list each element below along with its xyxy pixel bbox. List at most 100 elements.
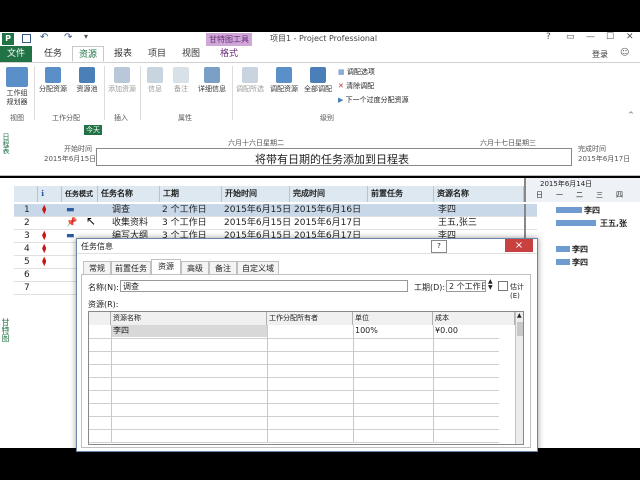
info-button[interactable]: 信息 (144, 67, 166, 94)
level-selection-button[interactable]: 调配所选 (234, 67, 266, 94)
resource-grid[interactable]: 资源名称 工作分配所有者 单位 成本 李四 100% ¥0.00 ▲ (88, 311, 524, 445)
resource-pool-button[interactable]: 资源池 (72, 67, 102, 94)
dialog-titlebar[interactable]: 任务信息 ? × (77, 239, 537, 254)
gantt-bar[interactable] (556, 246, 570, 252)
gantt-bar[interactable] (556, 220, 596, 226)
notes-button[interactable]: 备注 (170, 67, 192, 94)
resource-grid-scrollbar[interactable]: ▲ (515, 312, 523, 444)
tab-view[interactable]: 视图 (176, 46, 206, 62)
tab-format[interactable]: 格式 (212, 46, 246, 62)
dialog-tab-notes[interactable]: 备注 (209, 261, 237, 275)
timeline[interactable]: 日程表 今天 开始时间 2015年6月15日 六月十六日星期二 六月十七日星期三… (0, 123, 640, 176)
col-header-predecessors[interactable]: 前置任务 (368, 186, 434, 202)
redo-icon[interactable]: ↷ (64, 32, 72, 43)
scroll-up-icon[interactable]: ▲ (517, 312, 522, 319)
col-header-cost[interactable]: 成本 (433, 312, 515, 325)
dialog-tab-custom-fields[interactable]: 自定义域 (237, 261, 279, 275)
tab-file[interactable]: 文件 (0, 46, 32, 62)
resource-row[interactable] (89, 364, 499, 378)
duration-spinner[interactable]: ▲ ▼ (488, 279, 493, 291)
timeline-bar[interactable]: 将带有日期的任务添加到日程表 (96, 148, 572, 166)
clear-leveling-button[interactable]: ✕ 清除调配 (338, 81, 374, 91)
help-icon[interactable]: ? (546, 32, 551, 42)
level-all-icon (310, 67, 326, 83)
col-header-start[interactable]: 开始时间 (222, 186, 290, 202)
col-header-finish[interactable]: 完成时间 (290, 186, 368, 202)
task-resource[interactable]: 李四 (438, 204, 456, 216)
col-header-task-name[interactable]: 任务名称 (98, 186, 160, 202)
scroll-thumb[interactable] (517, 322, 523, 336)
row-id: 7 (24, 283, 30, 293)
dialog-tab-general[interactable]: 常规 (83, 261, 111, 275)
gantt-chart-area[interactable]: 李四 王五,张 李四 李四 (524, 204, 640, 444)
timeline-start-label: 开始时间 (64, 145, 92, 153)
task-finish[interactable]: 2015年6月17日 (294, 217, 361, 229)
task-start[interactable]: 2015年6月15日 (224, 217, 291, 229)
task-info-dialog: 任务信息 ? × 常规 前置任务 资源 高级 备注 自定义域 名称(N): 调查… (76, 238, 538, 452)
name-field[interactable]: 调查 (120, 280, 408, 292)
resource-row[interactable] (89, 429, 499, 443)
team-planner-button[interactable]: 工作组 规划器 (2, 67, 32, 107)
task-resource[interactable]: 王五,张三 (438, 217, 477, 229)
timeline-finish-label: 完成时间 (578, 145, 606, 153)
resource-row[interactable]: 李四 100% ¥0.00 (89, 325, 499, 339)
cost-cell[interactable]: ¥0.00 (435, 325, 458, 337)
estimated-checkbox[interactable] (498, 281, 508, 291)
col-header-duration[interactable]: 工期 (160, 186, 222, 202)
leveling-options-button[interactable]: ▦ 调配选项 (338, 67, 375, 77)
smiley-icon[interactable]: ☺ (620, 48, 629, 58)
task-name[interactable]: 收集资料 (112, 217, 148, 229)
col-header-info[interactable]: ℹ (38, 186, 62, 202)
details-button[interactable]: 详细信息 (196, 67, 228, 94)
task-duration[interactable]: 3 个工作日 (162, 217, 207, 229)
next-overallocation-button[interactable]: ▶ 下一个过度分配资源 (338, 95, 409, 105)
assign-resources-button[interactable]: 分配资源 (36, 67, 70, 94)
dialog-tab-resources[interactable]: 资源 (151, 259, 181, 275)
dialog-help-icon[interactable]: ? (431, 240, 447, 253)
tab-resource[interactable]: 资源 (72, 46, 104, 62)
notes-label: 备注 (174, 85, 188, 93)
user-login[interactable]: 登录 (592, 49, 608, 60)
col-header-task-mode[interactable]: 任务模式 (62, 186, 98, 202)
save-icon[interactable] (22, 34, 31, 43)
resource-row[interactable] (89, 390, 499, 404)
collapse-ribbon-icon[interactable]: ^ (628, 111, 634, 119)
add-resources-button[interactable]: 添加资源 (106, 67, 138, 94)
ribbon-display-icon[interactable]: ▭ (566, 32, 575, 42)
close-icon[interactable]: ✕ (626, 32, 634, 42)
resource-row[interactable] (89, 416, 499, 430)
resource-row[interactable] (89, 377, 499, 391)
level-all-button[interactable]: 全部调配 (302, 67, 334, 94)
gantt-bar[interactable] (556, 207, 582, 213)
dialog-tab-advanced[interactable]: 高级 (181, 261, 209, 275)
leveling-options-icon: ▦ (338, 68, 345, 76)
task-duration[interactable]: 2 个工作日 (162, 204, 207, 216)
resource-name-cell[interactable]: 李四 (111, 325, 267, 337)
task-finish[interactable]: 2015年6月16日 (294, 204, 361, 216)
col-header-rownum[interactable] (14, 186, 38, 202)
tab-task[interactable]: 任务 (38, 46, 68, 62)
maximize-icon[interactable]: ☐ (606, 32, 614, 42)
undo-icon[interactable]: ↶ (40, 32, 48, 43)
tab-project[interactable]: 项目 (142, 46, 172, 62)
resource-row[interactable] (89, 403, 499, 417)
col-header-units[interactable]: 单位 (353, 312, 433, 325)
resource-row[interactable] (89, 338, 499, 352)
resource-row[interactable] (89, 351, 499, 365)
level-resource-button[interactable]: 调配资源 (268, 67, 300, 94)
col-header-resource-name[interactable]: 资源名称 (111, 312, 267, 325)
gantt-bar[interactable] (556, 259, 570, 265)
col-header-resource-names[interactable]: 资源名称 (434, 186, 524, 202)
qat-customize-icon[interactable]: ▾ (84, 32, 88, 41)
dialog-tab-predecessors[interactable]: 前置任务 (111, 261, 151, 275)
tab-report[interactable]: 报表 (108, 46, 138, 62)
dialog-close-icon[interactable]: × (505, 239, 533, 252)
resource-pool-label: 资源池 (76, 85, 98, 93)
col-header-owner[interactable]: 工作分配所有者 (267, 312, 353, 325)
duration-field[interactable]: 2 个工作日 (446, 280, 486, 292)
details-icon (204, 67, 220, 83)
minimize-icon[interactable]: — (586, 32, 595, 42)
task-name[interactable]: 调查 (112, 204, 130, 216)
units-cell[interactable]: 100% (355, 325, 378, 337)
task-start[interactable]: 2015年6月15日 (224, 204, 291, 216)
